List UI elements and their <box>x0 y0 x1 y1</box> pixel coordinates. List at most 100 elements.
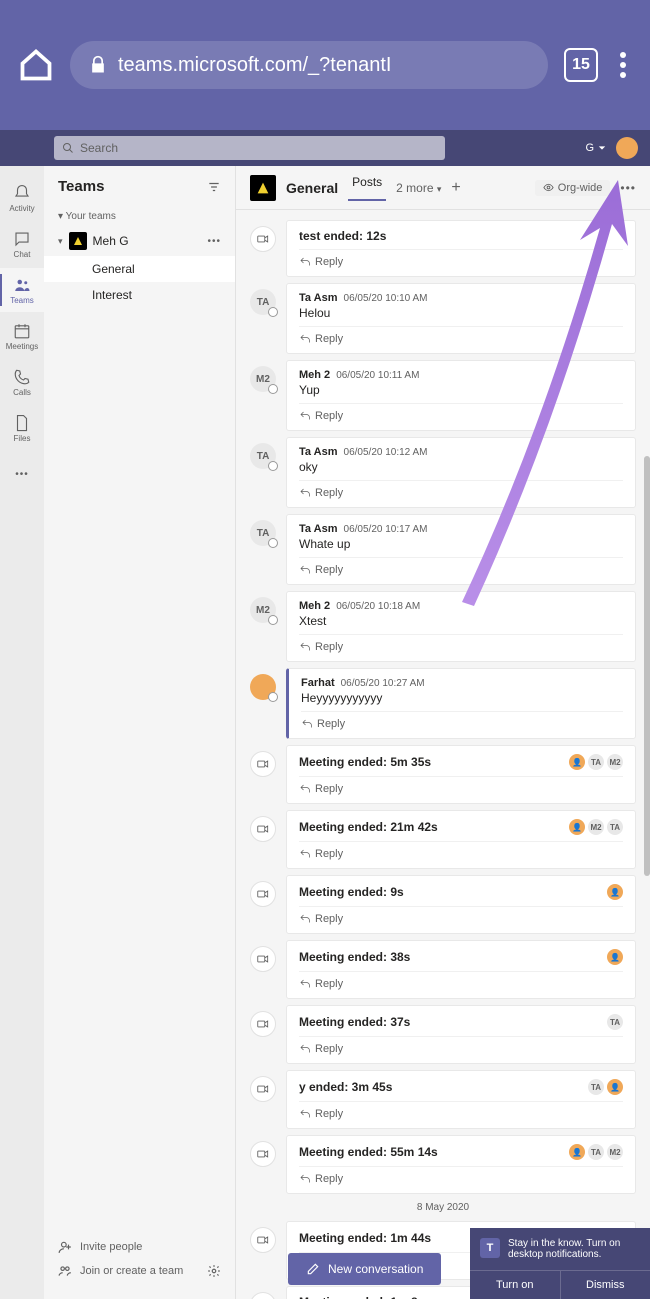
sidebar-channel-interest[interactable]: Interest <box>44 282 235 308</box>
message-body: Meeting ended: 5m 35s <box>299 755 431 769</box>
message-card[interactable]: Meeting ended: 5m 35s👤TAM2Reply <box>286 745 636 804</box>
reply-button[interactable]: Reply <box>299 557 623 576</box>
app-body: Activity Chat Teams Meetings Calls Files… <box>0 166 650 1299</box>
url-text: teams.microsoft.com/_?tenantI <box>118 54 391 77</box>
reply-button[interactable]: Reply <box>299 326 623 345</box>
rail-item-more[interactable]: ••• <box>0 452 44 496</box>
team-avatar-icon <box>69 232 87 250</box>
message-card[interactable]: Meeting ended: 55m 14s👤TAM2Reply <box>286 1135 636 1194</box>
avatar[interactable] <box>616 137 638 159</box>
reply-button[interactable]: Reply <box>299 841 623 860</box>
message-time: 06/05/20 10:18 AM <box>336 601 420 612</box>
toast-turn-on-button[interactable]: Turn on <box>470 1271 561 1299</box>
reply-button[interactable]: Reply <box>299 1101 623 1120</box>
sidebar-channel-general[interactable]: General <box>44 256 235 282</box>
gear-icon[interactable] <box>207 1264 221 1278</box>
join-create-team-button[interactable]: Join or create a team <box>58 1259 221 1283</box>
user-avatar: TA <box>250 520 276 546</box>
message-card[interactable]: Ta Asm06/05/20 10:10 AMHelouReply <box>286 283 636 354</box>
channel-header: General Posts 2 more ▾ + Org-wide ••• <box>236 166 650 210</box>
message-card[interactable]: Meeting ended: 21m 42s 👤M2TA Reply <box>286 810 636 869</box>
rail-item-teams[interactable]: Teams <box>0 268 44 312</box>
message-body: Meeting ended: 1m 44s <box>299 1231 431 1245</box>
message-author: Meh 2 <box>299 600 330 612</box>
reply-button[interactable]: Reply <box>301 711 623 730</box>
message-time: 06/05/20 10:27 AM <box>341 678 425 689</box>
participants: 👤 <box>607 949 623 965</box>
message-body: y ended: 3m 45s <box>299 1080 392 1094</box>
message-card[interactable]: Meh 2 06/05/20 10:18 AM Xtest Reply <box>286 591 636 662</box>
reply-button[interactable]: Reply <box>299 249 623 268</box>
user-initial[interactable]: G <box>585 142 606 154</box>
message-row: TATa Asm06/05/20 10:10 AMHelouReply <box>250 283 636 354</box>
camera-icon <box>250 1227 276 1253</box>
reply-button[interactable]: Reply <box>299 906 623 925</box>
message-card[interactable]: Ta Asm06/05/20 10:17 AMWhate upReply <box>286 514 636 585</box>
calendar-icon <box>13 322 31 340</box>
reply-button[interactable]: Reply <box>299 971 623 990</box>
tabs-more[interactable]: 2 more ▾ <box>396 181 441 195</box>
message-author: Ta Asm <box>299 292 338 304</box>
team-name: Meh G <box>93 234 129 248</box>
sidebar-footer: Invite people Join or create a team <box>44 1227 235 1299</box>
phone-icon <box>13 368 31 386</box>
message-card[interactable]: Meeting ended: 9s👤Reply <box>286 875 636 934</box>
rail-item-calls[interactable]: Calls <box>0 360 44 404</box>
new-conversation-button[interactable]: New conversation <box>288 1253 441 1285</box>
message-time: 06/05/20 10:17 AM <box>344 524 428 535</box>
user-avatar: M2 <box>250 366 276 392</box>
camera-icon <box>250 946 276 972</box>
invite-people-button[interactable]: Invite people <box>58 1235 221 1259</box>
camera-icon <box>250 751 276 777</box>
message-row: Meeting ended: 5m 35s👤TAM2Reply <box>250 745 636 804</box>
message-body: test ended: 12s <box>299 229 386 243</box>
tab-posts[interactable]: Posts <box>348 175 386 201</box>
teams-sidebar: Teams ▾ Your teams ▾ Meh G ••• General I… <box>44 166 236 1299</box>
reply-button[interactable]: Reply <box>299 480 623 499</box>
participants: 👤M2TA <box>569 819 623 835</box>
reply-button[interactable]: Reply <box>299 776 623 795</box>
message-card[interactable]: Farhat06/05/20 10:27 AMHeyyyyyyyyyyyRepl… <box>286 668 636 739</box>
rail-item-files[interactable]: Files <box>0 406 44 450</box>
message-time: 06/05/20 10:12 AM <box>344 447 428 458</box>
org-wide-badge[interactable]: Org-wide <box>535 180 611 196</box>
notification-toast: T Stay in the know. Turn on desktop noti… <box>470 1228 650 1299</box>
rail-item-activity[interactable]: Activity <box>0 176 44 220</box>
channel-avatar-icon <box>250 175 276 201</box>
message-card[interactable]: y ended: 3m 45sTA👤Reply <box>286 1070 636 1129</box>
filter-icon[interactable] <box>207 180 221 194</box>
teams-top-bar: Search G <box>0 130 650 166</box>
tabs-count-button[interactable]: 15 <box>564 48 598 82</box>
message-body: Meeting ended: 21m 42s <box>299 820 438 834</box>
toast-dismiss-button[interactable]: Dismiss <box>561 1271 650 1299</box>
rail-item-chat[interactable]: Chat <box>0 222 44 266</box>
reply-button[interactable]: Reply <box>299 634 623 653</box>
channel-more-button[interactable]: ••• <box>620 181 636 195</box>
home-icon[interactable] <box>18 47 54 83</box>
team-row[interactable]: ▾ Meh G ••• <box>44 226 235 256</box>
search-input[interactable]: Search <box>54 136 445 160</box>
compose-icon <box>306 1262 320 1276</box>
participants: TA <box>607 1014 623 1030</box>
rail-item-meetings[interactable]: Meetings <box>0 314 44 358</box>
message-row: Meeting ended: 37sTAReply <box>250 1005 636 1064</box>
scrollbar[interactable] <box>644 456 650 876</box>
url-bar[interactable]: teams.microsoft.com/_?tenantI <box>70 41 548 89</box>
reply-button[interactable]: Reply <box>299 1036 623 1055</box>
message-card[interactable]: Meeting ended: 38s👤Reply <box>286 940 636 999</box>
date-divider: 8 May 2020 <box>250 1202 636 1213</box>
message-card[interactable]: test ended: 12s Reply <box>286 220 636 277</box>
message-card[interactable]: Ta Asm06/05/20 10:12 AMokyReply <box>286 437 636 508</box>
team-more-button[interactable]: ••• <box>207 236 221 247</box>
message-card[interactable]: Meh 206/05/20 10:11 AMYupReply <box>286 360 636 431</box>
join-icon <box>58 1264 72 1278</box>
message-body: Xtest <box>299 614 326 628</box>
add-tab-button[interactable]: + <box>451 179 460 197</box>
browser-menu-button[interactable] <box>614 52 632 78</box>
camera-icon <box>250 1292 276 1299</box>
reply-button[interactable]: Reply <box>299 403 623 422</box>
message-body: Meeting ended: 55m 14s <box>299 1145 438 1159</box>
message-card[interactable]: Meeting ended: 37sTAReply <box>286 1005 636 1064</box>
channel-name: General <box>286 180 338 196</box>
reply-button[interactable]: Reply <box>299 1166 623 1185</box>
